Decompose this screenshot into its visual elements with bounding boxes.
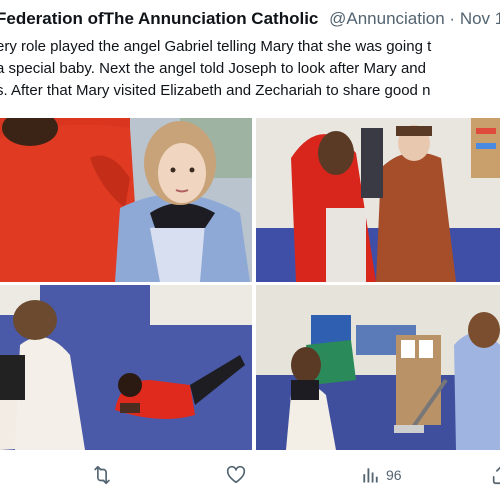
media-photo-1[interactable] (0, 118, 252, 282)
share-icon (490, 464, 500, 486)
author-name[interactable]: Federation ofThe Annunciation Catholic (0, 9, 318, 28)
tweet-text-line: s. After that Mary visited Elizabeth and… (0, 82, 431, 99)
author-handle[interactable]: @Annunciation (329, 9, 445, 28)
media-photo-4[interactable] (256, 285, 500, 450)
tweet-text-line: ery role played the angel Gabriel tellin… (0, 38, 432, 55)
retweet-button[interactable] (91, 463, 113, 487)
media-photo-3[interactable] (0, 285, 252, 450)
views-chart-icon (360, 465, 380, 485)
views-button[interactable]: 96 (360, 463, 402, 487)
share-button[interactable] (490, 463, 500, 487)
tweet-date[interactable]: Nov 1 (460, 9, 500, 28)
like-button[interactable] (225, 463, 247, 487)
heart-icon (225, 464, 247, 486)
media-grid (0, 118, 500, 450)
retweet-icon (91, 464, 113, 486)
views-count: 96 (386, 467, 402, 483)
media-photo-2[interactable] (256, 118, 500, 282)
separator-dot: · (449, 9, 456, 28)
tweet-header: Federation ofThe Annunciation Catholic @… (0, 6, 500, 32)
tweet-text: ery role played the angel Gabriel tellin… (0, 36, 500, 102)
tweet-actions: 96 (0, 455, 500, 495)
tweet-text-line: a special baby. Next the angel told Jose… (0, 60, 426, 77)
